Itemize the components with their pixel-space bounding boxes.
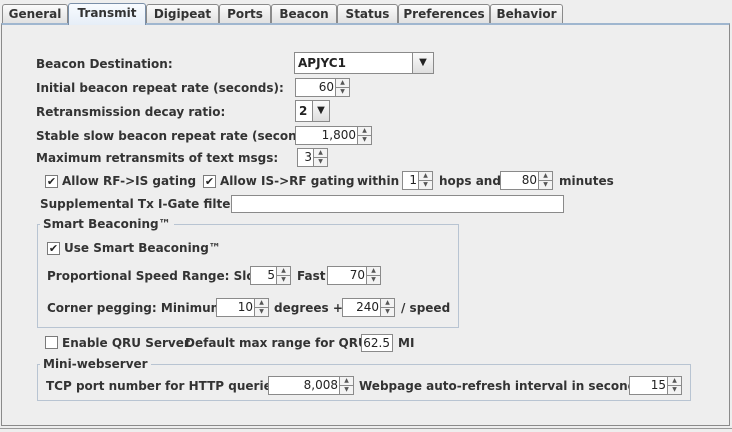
spin-up-icon[interactable]: ▲ (340, 377, 353, 386)
use-smart-beaconing-label: Use Smart Beaconing™ (64, 241, 221, 255)
tab-general[interactable]: General (2, 4, 68, 23)
spin-down-icon[interactable]: ▼ (381, 308, 394, 316)
chevron-down-icon[interactable]: ▼ (412, 53, 433, 73)
qru-range-value: 62.5 (363, 336, 390, 350)
spin-up-icon[interactable]: ▲ (277, 267, 290, 276)
initial-rate-value: 60 (318, 80, 334, 94)
spin-up-icon[interactable]: ▲ (668, 377, 681, 386)
refresh-interval-value: 15 (650, 378, 666, 392)
smart-beaconing-title: Smart Beaconing™ (40, 217, 174, 231)
decay-ratio-combo[interactable]: 2 ▼ (295, 100, 330, 122)
initial-rate-label: Initial beacon repeat rate (seconds): (36, 81, 284, 95)
mini-webserver-title: Mini-webserver (40, 357, 151, 371)
tab-ports[interactable]: Ports (219, 4, 271, 23)
beacon-destination-label: Beacon Destination: (36, 57, 173, 71)
enable-qru-checkbox[interactable] (45, 336, 58, 349)
minutes-label: minutes (559, 174, 614, 188)
tab-digipeat[interactable]: Digipeat (146, 4, 219, 23)
qru-unit-label: MI (398, 336, 415, 350)
fast-label: Fast (297, 269, 326, 283)
tab-strip: General Transmit Digipeat Ports Beacon S… (0, 0, 732, 25)
minutes-value: 80 (521, 173, 537, 187)
spin-down-icon[interactable]: ▼ (314, 158, 327, 166)
spin-up-icon[interactable]: ▲ (314, 149, 327, 158)
refresh-interval-spinner[interactable]: 15 ▲ ▼ (629, 376, 682, 395)
spin-down-icon[interactable]: ▼ (336, 88, 349, 96)
qru-range-label: Default max range for QRU: (185, 336, 373, 350)
degrees-label: degrees + (274, 301, 343, 315)
spin-up-icon[interactable]: ▲ (358, 127, 371, 136)
initial-rate-spinner[interactable]: 60 ▲ ▼ (295, 78, 350, 97)
max-retransmits-value: 3 (304, 150, 312, 164)
spin-up-icon[interactable]: ▲ (419, 172, 432, 181)
divider (0, 428, 732, 429)
tab-behavior[interactable]: Behavior (490, 4, 563, 23)
hops-label: hops and (439, 174, 501, 188)
decay-ratio-label: Retransmission decay ratio: (36, 105, 226, 119)
refresh-interval-label: Webpage auto-refresh interval in seconds… (359, 379, 649, 393)
fast-speed-value: 70 (349, 268, 365, 282)
http-port-spinner[interactable]: 8,008 ▲ ▼ (268, 376, 354, 395)
max-retransmits-label: Maximum retransmits of text msgs: (36, 151, 279, 165)
spin-down-icon[interactable]: ▼ (367, 276, 380, 284)
spin-down-icon[interactable]: ▼ (255, 308, 268, 316)
allow-is-rf-label: Allow IS->RF gating (220, 174, 355, 188)
corner-min-value: 10 (237, 300, 253, 314)
stable-rate-spinner[interactable]: 1,800 ▲ ▼ (295, 126, 372, 145)
tab-preferences[interactable]: Preferences (398, 4, 490, 23)
spin-down-icon[interactable]: ▼ (668, 386, 681, 394)
http-port-value: 8,008 (303, 378, 338, 392)
spin-up-icon[interactable]: ▲ (336, 79, 349, 88)
spin-down-icon[interactable]: ▼ (340, 386, 353, 394)
tab-transmit[interactable]: Transmit (68, 3, 146, 25)
allow-is-rf-checkbox[interactable]: ✔ (203, 175, 216, 188)
tab-status[interactable]: Status (337, 4, 398, 23)
speed-range-label: Proportional Speed Range: Slow (47, 269, 266, 283)
stable-rate-value: 1,800 (321, 128, 356, 142)
allow-rf-is-label: Allow RF->IS gating (62, 174, 197, 188)
chevron-down-icon[interactable]: ▼ (312, 101, 329, 121)
tx-filter-label: Supplemental Tx I-Gate filter: (40, 197, 242, 211)
corner-pegging-label: Corner pegging: Minimum (47, 301, 224, 315)
fast-speed-spinner[interactable]: 70 ▲ ▼ (327, 266, 381, 285)
corner-min-spinner[interactable]: 10 ▲ ▼ (216, 298, 269, 317)
spin-up-icon[interactable]: ▲ (367, 267, 380, 276)
hops-value: 1 (409, 173, 417, 187)
spin-down-icon[interactable]: ▼ (277, 276, 290, 284)
use-smart-beaconing-checkbox[interactable]: ✔ (47, 242, 60, 255)
spin-up-icon[interactable]: ▲ (539, 172, 552, 181)
spin-down-icon[interactable]: ▼ (539, 181, 552, 189)
max-retransmits-spinner[interactable]: 3 ▲ ▼ (297, 148, 328, 167)
beacon-destination-value: APJYC1 (298, 56, 346, 70)
corner-speed-value: 240 (356, 300, 379, 314)
hops-spinner[interactable]: 1 ▲ ▼ (402, 171, 433, 190)
stable-rate-label: Stable slow beacon repeat rate (seconds)… (36, 129, 323, 143)
tx-filter-field[interactable] (231, 195, 564, 213)
spin-up-icon[interactable]: ▲ (381, 299, 394, 308)
enable-qru-label: Enable QRU Server (62, 336, 190, 350)
allow-rf-is-checkbox[interactable]: ✔ (45, 175, 58, 188)
slow-speed-spinner[interactable]: 5 ▲ ▼ (250, 266, 291, 285)
minutes-spinner[interactable]: 80 ▲ ▼ (500, 171, 553, 190)
corner-speed-spinner[interactable]: 240 ▲ ▼ (342, 298, 395, 317)
qru-range-field[interactable]: 62.5 (361, 334, 393, 352)
within-label: within (357, 174, 400, 188)
tab-beacon[interactable]: Beacon (271, 4, 337, 23)
spin-down-icon[interactable]: ▼ (358, 136, 371, 144)
spin-down-icon[interactable]: ▼ (419, 181, 432, 189)
http-port-label: TCP port number for HTTP queries: (46, 379, 284, 393)
decay-ratio-value: 2 (299, 104, 308, 118)
beacon-destination-combo[interactable]: APJYC1 ▼ (294, 52, 434, 74)
spin-up-icon[interactable]: ▲ (255, 299, 268, 308)
slow-speed-value: 5 (267, 268, 275, 282)
per-speed-label: / speed (401, 301, 451, 315)
